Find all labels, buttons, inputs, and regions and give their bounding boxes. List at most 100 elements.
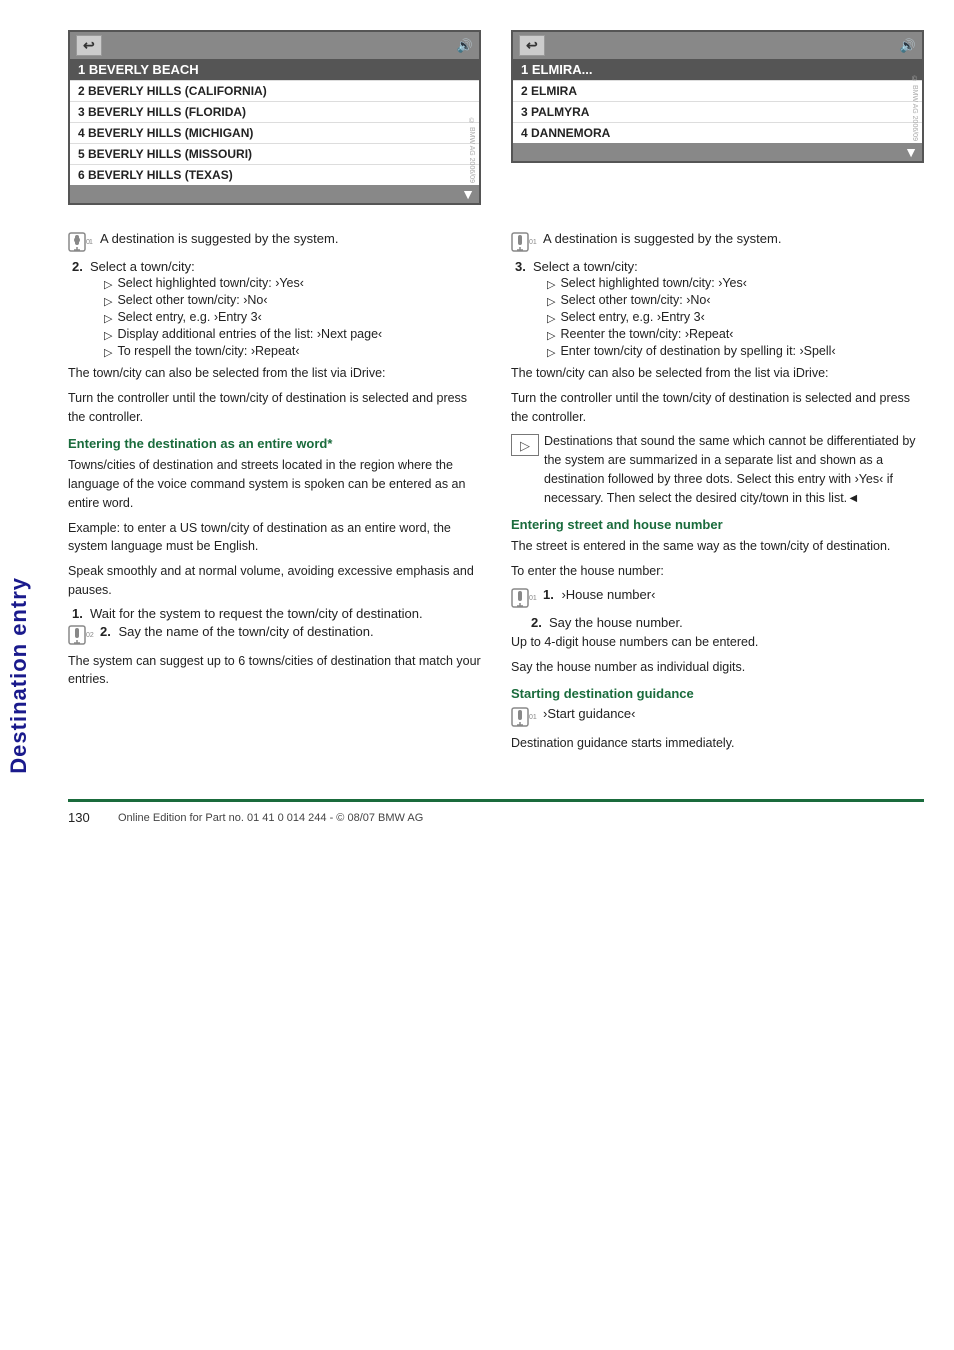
house-mic-step1-row: 01 1. ›House number‹ bbox=[511, 587, 924, 611]
svg-text:1: 1 bbox=[89, 239, 93, 246]
sub-list-item: ▷Select entry, e.g. ›Entry 3‹ bbox=[547, 310, 836, 325]
triangle-icon: ▷ bbox=[547, 295, 555, 308]
house-mic-icon: 01 bbox=[511, 588, 539, 611]
footer: 130 Online Edition for Part no. 01 41 0 … bbox=[68, 799, 924, 825]
section2-heading: Entering street and house number bbox=[511, 517, 924, 532]
right-nav-col: ↩ 🔊 1 ELMIRA... 2 ELMIRA 3 PALMYRA 4 DAN… bbox=[511, 30, 924, 215]
list-item[interactable]: 1 BEVERLY BEACH bbox=[70, 59, 479, 81]
left-instructions: 0 1 A destination is suggested by the sy… bbox=[68, 231, 481, 759]
step2b-text: Say the name of the town/city of destina… bbox=[118, 624, 373, 639]
list-item[interactable]: 2 BEVERLY HILLS (CALIFORNIA) bbox=[70, 81, 479, 102]
sidebar-title: Destination entry bbox=[6, 577, 32, 774]
step2-content: Select a town/city: ▷Select highlighted … bbox=[90, 259, 382, 361]
section2-para2: To enter the house number: bbox=[511, 562, 924, 581]
page-number: 130 bbox=[68, 810, 108, 825]
step3-num: 3. bbox=[515, 259, 533, 274]
left-mic-step2-content: 2. Say the name of the town/city of dest… bbox=[100, 624, 374, 639]
sub-list-item: ▷Select other town/city: ›No‹ bbox=[547, 293, 836, 308]
house-note2: Say the house number as individual digit… bbox=[511, 658, 924, 677]
left-mic-step2-row: 02 2. Say the name of the town/city of d… bbox=[68, 624, 481, 648]
section1-para3: Speak smoothly and at normal volume, avo… bbox=[68, 562, 481, 600]
sub-list-item: ▷Select other town/city: ›No‹ bbox=[104, 293, 382, 308]
triangle-icon: ▷ bbox=[104, 312, 112, 325]
left-mic-intro-text: A destination is suggested by the system… bbox=[100, 231, 338, 246]
left-nav-header: ↩ 🔊 bbox=[70, 32, 479, 59]
list-item[interactable]: 4 DANNEMORA bbox=[513, 123, 922, 143]
right-sub-list: ▷Select highlighted town/city: ›Yes‹ ▷Se… bbox=[533, 276, 836, 359]
triangle-icon: ▷ bbox=[104, 278, 112, 291]
right-nav-header: ↩ 🔊 bbox=[513, 32, 922, 59]
left-sub-list: ▷Select highlighted town/city: ›Yes‹ ▷Se… bbox=[90, 276, 382, 359]
right-para1: The town/city can also be selected from … bbox=[511, 364, 924, 383]
scroll-down-icon[interactable]: ▼ bbox=[904, 144, 918, 160]
step2-num: 2. bbox=[72, 259, 90, 274]
triangle-icon: ▷ bbox=[547, 312, 555, 325]
right-step3: 3. Select a town/city: ▷Select highlight… bbox=[515, 259, 924, 361]
guidance-note-text: Destination guidance starts immediately. bbox=[511, 734, 924, 753]
footer-text: Online Edition for Part no. 01 41 0 014 … bbox=[118, 812, 423, 824]
right-back-icon[interactable]: ↩ bbox=[519, 35, 545, 56]
list-item[interactable]: 6 BEVERLY HILLS (TEXAS) bbox=[70, 165, 479, 185]
svg-text:01: 01 bbox=[529, 595, 537, 602]
step1b-text: Wait for the system to request the town/… bbox=[90, 606, 423, 621]
house-step2-text: Say the house number. bbox=[549, 615, 683, 630]
sidebar: Destination entry bbox=[0, 0, 38, 1350]
list-item[interactable]: 4 BEVERLY HILLS (MICHIGAN) bbox=[70, 123, 479, 144]
note-text: Destinations that sound the same which c… bbox=[544, 432, 924, 507]
svg-text:01: 01 bbox=[529, 714, 537, 721]
left-para1: The town/city can also be selected from … bbox=[68, 364, 481, 383]
instructions-row: 0 1 A destination is suggested by the sy… bbox=[68, 231, 924, 759]
sub-list-item: ▷To respell the town/city: ›Repeat‹ bbox=[104, 344, 382, 359]
svg-text:01: 01 bbox=[529, 239, 537, 246]
sub-list-item: ▷Select entry, e.g. ›Entry 3‹ bbox=[104, 310, 382, 325]
right-mic-intro-text: A destination is suggested by the system… bbox=[543, 231, 781, 246]
left-watermark: © BMW AG 2006/09 bbox=[468, 118, 475, 183]
triangle-icon: ▷ bbox=[104, 295, 112, 308]
triangle-icon: ▷ bbox=[547, 346, 555, 359]
left-back-icon[interactable]: ↩ bbox=[76, 35, 102, 56]
section1-para2: Example: to enter a US town/city of dest… bbox=[68, 519, 481, 557]
list-item[interactable]: 3 PALMYRA bbox=[513, 102, 922, 123]
left-nav-list: 1 BEVERLY BEACH 2 BEVERLY HILLS (CALIFOR… bbox=[70, 59, 479, 185]
list-item[interactable]: 3 BEVERLY HILLS (FLORIDA) bbox=[70, 102, 479, 123]
house-step1-text: ›House number‹ bbox=[561, 587, 655, 602]
house-step1-content: 1. ›House number‹ bbox=[543, 587, 655, 602]
list-item[interactable]: 1 ELMIRA... bbox=[513, 59, 922, 81]
right-mic-intro-row: 01 A destination is suggested by the sys… bbox=[511, 231, 924, 255]
left-voice-icon: 🔊 bbox=[457, 38, 473, 54]
section1-para1: Towns/cities of destination and streets … bbox=[68, 456, 481, 512]
note-box: ▷ Destinations that sound the same which… bbox=[511, 432, 924, 507]
list-item[interactable]: 5 BEVERLY HILLS (MISSOURI) bbox=[70, 144, 479, 165]
guidance-mic-icon: 01 bbox=[511, 707, 539, 730]
main-content: ↩ 🔊 1 BEVERLY BEACH 2 BEVERLY HILLS (CAL… bbox=[38, 0, 954, 855]
triangle-icon: ▷ bbox=[104, 329, 112, 342]
right-nav-footer: ▼ bbox=[513, 143, 922, 161]
step3-content: Select a town/city: ▷Select highlighted … bbox=[533, 259, 836, 361]
left-numbered-list: 2. Select a town/city: ▷Select highlight… bbox=[68, 259, 481, 361]
scroll-down-icon[interactable]: ▼ bbox=[461, 186, 475, 202]
section3-heading: Starting destination guidance bbox=[511, 686, 924, 701]
right-para2: Turn the controller until the town/city … bbox=[511, 389, 924, 427]
note-triangle-icon: ▷ bbox=[511, 434, 539, 456]
left-mic-icon: 0 1 bbox=[68, 232, 96, 255]
sub-list-item: ▷Enter town/city of destination by spell… bbox=[547, 344, 836, 359]
sub-list-item: ▷Select highlighted town/city: ›Yes‹ bbox=[104, 276, 382, 291]
right-voice-icon: 🔊 bbox=[900, 38, 916, 54]
left-mic-intro-row: 0 1 A destination is suggested by the sy… bbox=[68, 231, 481, 255]
right-instructions: 01 A destination is suggested by the sys… bbox=[511, 231, 924, 759]
house-step2-item: 2. Say the house number. bbox=[531, 615, 924, 630]
nav-boxes-row: ↩ 🔊 1 BEVERLY BEACH 2 BEVERLY HILLS (CAL… bbox=[68, 30, 924, 215]
sub-list-item: ▷Reenter the town/city: ›Repeat‹ bbox=[547, 327, 836, 342]
left-numbered-list2: 1. Wait for the system to request the to… bbox=[68, 606, 481, 621]
right-nav-box: ↩ 🔊 1 ELMIRA... 2 ELMIRA 3 PALMYRA 4 DAN… bbox=[511, 30, 924, 163]
left-nav-box: ↩ 🔊 1 BEVERLY BEACH 2 BEVERLY HILLS (CAL… bbox=[68, 30, 481, 205]
section2-para1: The street is entered in the same way as… bbox=[511, 537, 924, 556]
svg-text:02: 02 bbox=[86, 632, 94, 639]
left-step1b: 1. Wait for the system to request the to… bbox=[72, 606, 481, 621]
triangle-icon: ▷ bbox=[104, 346, 112, 359]
sub-list-item: ▷Display additional entries of the list:… bbox=[104, 327, 382, 342]
guidance-mic-row: 01 ›Start guidance‹ bbox=[511, 706, 924, 730]
triangle-icon: ▷ bbox=[547, 329, 555, 342]
right-numbered-list: 3. Select a town/city: ▷Select highlight… bbox=[511, 259, 924, 361]
list-item[interactable]: 2 ELMIRA bbox=[513, 81, 922, 102]
